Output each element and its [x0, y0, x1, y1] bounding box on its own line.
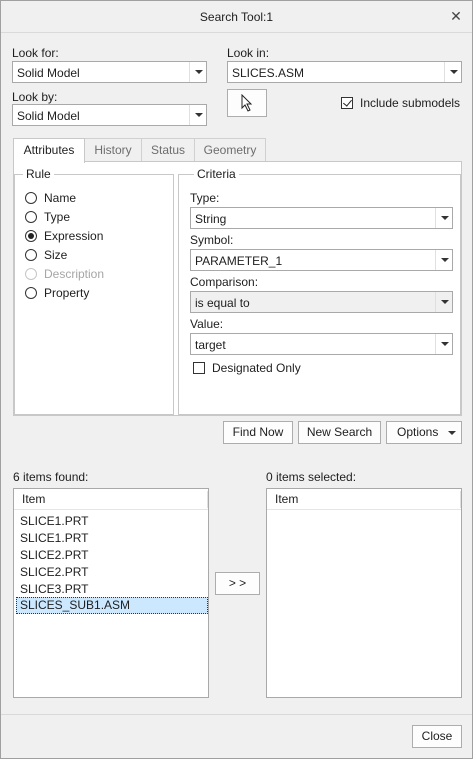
chevron-down-icon[interactable] [189, 62, 206, 82]
radio-button[interactable] [25, 230, 37, 242]
add-to-selection-button[interactable]: > > [215, 572, 260, 595]
symbol-value: PARAMETER_1 [195, 254, 283, 268]
cursor-arrow-icon [241, 93, 253, 112]
rule-group: Rule Name Type Expression Size Descripti… [14, 167, 174, 415]
tab-history[interactable]: History [84, 138, 142, 162]
radio-button[interactable] [25, 287, 37, 299]
symbol-label: Symbol: [190, 233, 234, 247]
radio-button [25, 268, 37, 280]
column-separator [207, 491, 208, 508]
chevron-down-icon[interactable] [435, 250, 452, 270]
column-separator [460, 491, 461, 508]
rule-option-label: Property [44, 286, 90, 300]
radio-button[interactable] [25, 211, 37, 223]
list-item[interactable]: SLICE2.PRT [16, 564, 88, 581]
list-item-selected[interactable]: SLICES_SUB1.ASM [16, 597, 208, 614]
items-selected-label: 0 items selected: [266, 470, 357, 484]
look-by-value: Solid Model [17, 109, 80, 123]
list-item[interactable]: SLICE2.PRT [16, 547, 88, 564]
found-items-list[interactable]: Item SLICE1.PRT SLICE1.PRT SLICE2.PRT SL… [13, 488, 209, 698]
look-in-select[interactable]: SLICES.ASM [227, 61, 462, 83]
tab-attributes[interactable]: Attributes [13, 138, 85, 163]
search-tool-dialog: Search Tool:1 ✕ Look for: Solid Model Lo… [0, 0, 473, 759]
new-search-button[interactable]: New Search [298, 421, 381, 444]
list-item[interactable]: SLICE3.PRT [16, 581, 88, 598]
footer-divider [1, 714, 472, 715]
include-submodels-label: Include submodels [360, 96, 461, 110]
options-button[interactable]: Options [386, 421, 462, 444]
chevron-down-icon[interactable] [189, 105, 206, 125]
value-label: Value: [190, 317, 224, 331]
look-by-label: Look by: [12, 90, 58, 104]
look-for-label: Look for: [12, 46, 59, 60]
selected-items-list[interactable]: Item [266, 488, 462, 698]
look-in-label: Look in: [227, 46, 270, 60]
look-in-value: SLICES.ASM [232, 66, 305, 80]
chevron-down-icon[interactable] [444, 62, 461, 82]
window-title: Search Tool:1 [199, 10, 274, 24]
chevron-down-icon[interactable] [435, 292, 452, 312]
include-submodels-checkbox[interactable] [341, 97, 353, 109]
tab-status[interactable]: Status [141, 138, 195, 162]
rule-option-label: Description [44, 267, 105, 281]
chevron-down-icon [448, 431, 456, 435]
chevron-down-icon[interactable] [435, 334, 452, 354]
comparison-select[interactable]: is equal to [190, 291, 453, 313]
column-header-label: Item [22, 492, 46, 506]
designated-only-checkbox[interactable] [193, 362, 205, 374]
close-icon[interactable]: ✕ [448, 8, 464, 24]
close-button[interactable]: Close [412, 725, 462, 748]
find-now-button[interactable]: Find Now [223, 421, 293, 444]
rule-option-label: Size [44, 248, 68, 262]
symbol-select[interactable]: PARAMETER_1 [190, 249, 453, 271]
attributes-panel: Rule Name Type Expression Size Descripti… [13, 161, 462, 416]
tab-geometry[interactable]: Geometry [194, 138, 266, 162]
criteria-group-title: Criteria [194, 167, 239, 181]
items-found-label: 6 items found: [13, 470, 89, 484]
rule-option-label: Type [44, 210, 71, 224]
rule-option-label: Name [44, 191, 77, 205]
options-button-label: Options [397, 425, 439, 439]
designated-only-label: Designated Only [212, 361, 301, 375]
comparison-value: is equal to [195, 296, 250, 310]
found-column-header[interactable]: Item [14, 489, 208, 510]
look-by-select[interactable]: Solid Model [12, 104, 207, 126]
rule-group-title: Rule [23, 167, 54, 181]
criteria-group: Criteria Type: String Symbol: PARAMETER_… [178, 167, 461, 415]
radio-button[interactable] [25, 249, 37, 261]
value-select[interactable]: target [190, 333, 453, 355]
rule-option-label: Expression [44, 229, 104, 243]
list-item[interactable]: SLICE1.PRT [16, 513, 88, 530]
look-for-select[interactable]: Solid Model [12, 61, 207, 83]
value-value: target [195, 338, 226, 352]
selected-column-header[interactable]: Item [267, 489, 461, 510]
type-value: String [195, 212, 227, 226]
column-header-label: Item [275, 492, 299, 506]
type-label: Type: [190, 191, 220, 205]
look-for-value: Solid Model [17, 66, 80, 80]
title-bar: Search Tool:1 ✕ [1, 1, 472, 33]
radio-button[interactable] [25, 192, 37, 204]
type-select[interactable]: String [190, 207, 453, 229]
chevron-down-icon[interactable] [435, 208, 452, 228]
comparison-label: Comparison: [190, 275, 259, 289]
pick-from-model-button[interactable] [227, 89, 267, 117]
list-item[interactable]: SLICE1.PRT [16, 530, 88, 547]
